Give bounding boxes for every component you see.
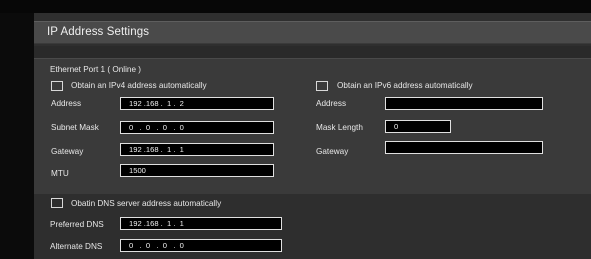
ipv4-auto-checkbox[interactable] xyxy=(51,81,63,91)
top-bar xyxy=(0,0,591,13)
preferred-dns-label: Preferred DNS xyxy=(50,220,104,229)
ipv6-gateway-input[interactable] xyxy=(385,141,543,154)
ipv4-auto-label: Obtain an IPv4 address automatically xyxy=(71,81,207,90)
mask-length-label: Mask Length xyxy=(316,123,363,132)
page-title: IP Address Settings xyxy=(47,26,150,38)
dns-auto-label: Obatin DNS server address automatically xyxy=(71,199,222,208)
ipv6-gateway-label: Gateway xyxy=(316,147,349,156)
ipv4-address-label: Address xyxy=(51,99,82,108)
subnet-mask-input[interactable]: 0 . 0 . 0 . 0 xyxy=(120,121,274,134)
ipv4-address-input[interactable]: 192 .168 . 1 . 2 xyxy=(120,97,274,110)
ethernet-port-label: Ethernet Port 1 ( Online ) xyxy=(50,65,142,74)
ipv6-auto-label: Obtain an IPv6 address automatically xyxy=(337,81,473,90)
alternate-dns-label: Alternate DNS xyxy=(50,242,103,251)
ipv6-address-input[interactable] xyxy=(385,97,543,110)
preferred-dns-input[interactable]: 192 .168 . 1 . 1 xyxy=(120,217,282,230)
dns-auto-checkbox[interactable] xyxy=(51,198,63,208)
mtu-label: MTU xyxy=(51,169,69,178)
ipv6-auto-checkbox[interactable] xyxy=(316,81,328,91)
mtu-input[interactable]: 1500 xyxy=(120,164,274,177)
subnet-mask-label: Subnet Mask xyxy=(51,123,99,132)
alternate-dns-input[interactable]: 0 . 0 . 0 . 0 xyxy=(120,239,282,252)
ipv6-address-label: Address xyxy=(316,99,347,108)
ipv4-gateway-label: Gateway xyxy=(51,147,84,156)
mask-length-input[interactable]: 0 xyxy=(385,120,451,133)
ethernet-section xyxy=(34,58,591,195)
ipv4-gateway-input[interactable]: 192 .168 . 1 . 1 xyxy=(120,143,274,156)
